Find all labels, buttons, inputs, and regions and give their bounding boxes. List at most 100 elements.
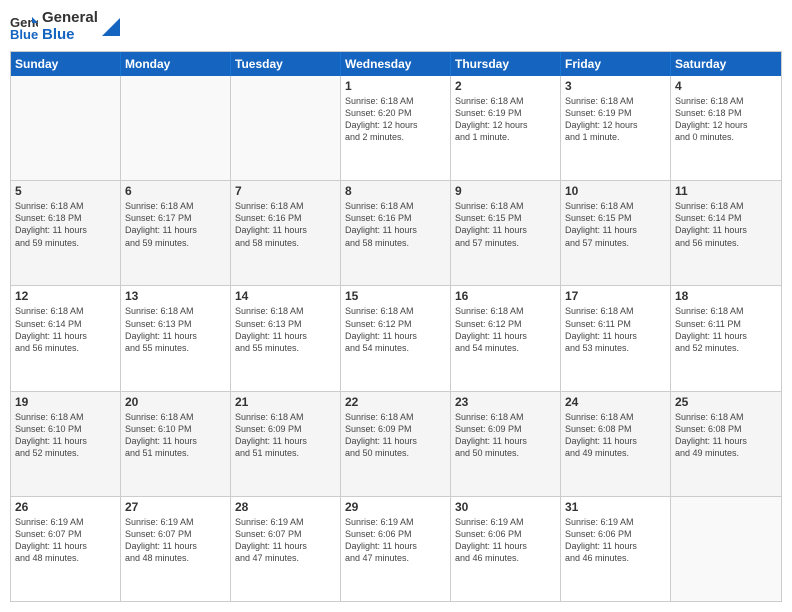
day-number: 20 (125, 395, 226, 409)
calendar-day-19: 19Sunrise: 6:18 AMSunset: 6:10 PMDayligh… (11, 392, 121, 496)
calendar-day-12: 12 Sunrise: 6:18 AMSunset: 6:14 PMDayligh… (11, 286, 121, 390)
header-cell-thursday: Thursday (451, 52, 561, 76)
calendar-day-29: 29Sunrise: 6:19 AMSunset: 6:06 PMDayligh… (341, 497, 451, 601)
day-number: 25 (675, 395, 777, 409)
calendar-day-18: 18Sunrise: 6:18 AMSunset: 6:11 PMDayligh… (671, 286, 781, 390)
day-number: 3 (565, 79, 666, 93)
calendar-day-23: 23 Sunrise: 6:18 AMSunset: 6:09 PMDayligh… (451, 392, 561, 496)
calendar-day-14: 14 Sunrise: 6:18 AMSunset: 6:13 PMDayligh… (231, 286, 341, 390)
day-info: Sunrise: 6:18 AMSunset: 6:19 PMDaylight:… (455, 95, 556, 144)
page: General Blue General Blue SundayMondayTu… (0, 0, 792, 612)
calendar-day-27: 27Sunrise: 6:19 AMSunset: 6:07 PMDayligh… (121, 497, 231, 601)
day-number: 30 (455, 500, 556, 514)
day-info: Sunrise: 6:19 AMSunset: 6:06 PMDaylight:… (455, 516, 556, 565)
logo-blue: Blue (42, 27, 98, 44)
day-number: 9 (455, 184, 556, 198)
calendar-empty-cell (121, 76, 231, 180)
calendar-day-3: 3 Sunrise: 6:18 AMSunset: 6:19 PMDaylight… (561, 76, 671, 180)
header-cell-wednesday: Wednesday (341, 52, 451, 76)
day-number: 14 (235, 289, 336, 303)
day-number: 6 (125, 184, 226, 198)
day-info: Sunrise: 6:18 AMSunset: 6:18 PMDaylight:… (675, 95, 777, 144)
day-info: Sunrise: 6:18 AMSunset: 6:13 PMDaylight:… (125, 305, 226, 354)
day-number: 22 (345, 395, 446, 409)
logo-general: General (42, 10, 98, 27)
calendar-empty-cell (671, 497, 781, 601)
day-info: Sunrise: 6:18 AMSunset: 6:12 PMDaylight:… (455, 305, 556, 354)
day-info: Sunrise: 6:18 AMSunset: 6:09 PMDaylight:… (455, 411, 556, 460)
calendar-empty-cell (11, 76, 121, 180)
calendar-day-15: 15 Sunrise: 6:18 AMSunset: 6:12 PMDayligh… (341, 286, 451, 390)
day-number: 24 (565, 395, 666, 409)
day-number: 27 (125, 500, 226, 514)
day-number: 15 (345, 289, 446, 303)
day-number: 8 (345, 184, 446, 198)
day-number: 23 (455, 395, 556, 409)
header: General Blue General Blue (10, 10, 782, 43)
day-number: 7 (235, 184, 336, 198)
day-info: Sunrise: 6:19 AMSunset: 6:07 PMDaylight:… (15, 516, 116, 565)
day-info: Sunrise: 6:18 AMSunset: 6:16 PMDaylight:… (345, 200, 446, 249)
day-info: Sunrise: 6:18 AMSunset: 6:14 PMDaylight:… (15, 305, 116, 354)
calendar-week-3: 12 Sunrise: 6:18 AMSunset: 6:14 PMDayligh… (11, 286, 781, 391)
calendar-day-5: 5 Sunrise: 6:18 AMSunset: 6:18 PMDaylight… (11, 181, 121, 285)
day-number: 1 (345, 79, 446, 93)
calendar-header-row: SundayMondayTuesdayWednesdayThursdayFrid… (11, 52, 781, 76)
calendar-day-30: 30 Sunrise: 6:19 AMSunset: 6:06 PMDayligh… (451, 497, 561, 601)
day-info: Sunrise: 6:18 AMSunset: 6:10 PMDaylight:… (15, 411, 116, 460)
day-info: Sunrise: 6:18 AMSunset: 6:19 PMDaylight:… (565, 95, 666, 144)
calendar-day-10: 10Sunrise: 6:18 AMSunset: 6:15 PMDayligh… (561, 181, 671, 285)
day-number: 26 (15, 500, 116, 514)
calendar-day-13: 13 Sunrise: 6:18 AMSunset: 6:13 PMDayligh… (121, 286, 231, 390)
calendar-body: 1 Sunrise: 6:18 AMSunset: 6:20 PMDaylight… (11, 76, 781, 601)
day-info: Sunrise: 6:18 AMSunset: 6:13 PMDaylight:… (235, 305, 336, 354)
day-info: Sunrise: 6:18 AMSunset: 6:15 PMDaylight:… (565, 200, 666, 249)
calendar-day-28: 28 Sunrise: 6:19 AMSunset: 6:07 PMDayligh… (231, 497, 341, 601)
day-number: 29 (345, 500, 446, 514)
day-number: 11 (675, 184, 777, 198)
day-number: 5 (15, 184, 116, 198)
day-number: 31 (565, 500, 666, 514)
day-info: Sunrise: 6:18 AMSunset: 6:20 PMDaylight:… (345, 95, 446, 144)
calendar-day-16: 16 Sunrise: 6:18 AMSunset: 6:12 PMDayligh… (451, 286, 561, 390)
calendar-day-25: 25 Sunrise: 6:18 AMSunset: 6:08 PMDayligh… (671, 392, 781, 496)
day-number: 13 (125, 289, 226, 303)
calendar-day-22: 22Sunrise: 6:18 AMSunset: 6:09 PMDayligh… (341, 392, 451, 496)
day-info: Sunrise: 6:18 AMSunset: 6:16 PMDaylight:… (235, 200, 336, 249)
day-info: Sunrise: 6:18 AMSunset: 6:11 PMDaylight:… (675, 305, 777, 354)
calendar-day-20: 20 Sunrise: 6:18 AMSunset: 6:10 PMDayligh… (121, 392, 231, 496)
calendar-week-4: 19Sunrise: 6:18 AMSunset: 6:10 PMDayligh… (11, 392, 781, 497)
day-info: Sunrise: 6:19 AMSunset: 6:07 PMDaylight:… (235, 516, 336, 565)
calendar-day-26: 26 Sunrise: 6:19 AMSunset: 6:07 PMDayligh… (11, 497, 121, 601)
day-info: Sunrise: 6:18 AMSunset: 6:08 PMDaylight:… (565, 411, 666, 460)
calendar: SundayMondayTuesdayWednesdayThursdayFrid… (10, 51, 782, 602)
logo: General Blue General Blue (10, 10, 120, 43)
day-info: Sunrise: 6:18 AMSunset: 6:10 PMDaylight:… (125, 411, 226, 460)
calendar-week-2: 5 Sunrise: 6:18 AMSunset: 6:18 PMDaylight… (11, 181, 781, 286)
day-info: Sunrise: 6:18 AMSunset: 6:14 PMDaylight:… (675, 200, 777, 249)
day-number: 2 (455, 79, 556, 93)
day-info: Sunrise: 6:18 AMSunset: 6:15 PMDaylight:… (455, 200, 556, 249)
day-number: 12 (15, 289, 116, 303)
calendar-day-7: 7 Sunrise: 6:18 AMSunset: 6:16 PMDaylight… (231, 181, 341, 285)
calendar-day-31: 31 Sunrise: 6:19 AMSunset: 6:06 PMDayligh… (561, 497, 671, 601)
day-info: Sunrise: 6:19 AMSunset: 6:06 PMDaylight:… (565, 516, 666, 565)
logo-icon: General Blue (10, 13, 38, 41)
calendar-day-6: 6 Sunrise: 6:18 AMSunset: 6:17 PMDaylight… (121, 181, 231, 285)
calendar-day-2: 2 Sunrise: 6:18 AMSunset: 6:19 PMDaylight… (451, 76, 561, 180)
day-number: 28 (235, 500, 336, 514)
logo-triangle-icon (102, 18, 120, 36)
calendar-day-1: 1 Sunrise: 6:18 AMSunset: 6:20 PMDaylight… (341, 76, 451, 180)
day-number: 16 (455, 289, 556, 303)
day-info: Sunrise: 6:18 AMSunset: 6:17 PMDaylight:… (125, 200, 226, 249)
calendar-week-1: 1 Sunrise: 6:18 AMSunset: 6:20 PMDaylight… (11, 76, 781, 181)
calendar-empty-cell (231, 76, 341, 180)
calendar-week-5: 26 Sunrise: 6:19 AMSunset: 6:07 PMDayligh… (11, 497, 781, 601)
day-info: Sunrise: 6:18 AMSunset: 6:18 PMDaylight:… (15, 200, 116, 249)
day-info: Sunrise: 6:18 AMSunset: 6:08 PMDaylight:… (675, 411, 777, 460)
day-number: 17 (565, 289, 666, 303)
calendar-day-21: 21Sunrise: 6:18 AMSunset: 6:09 PMDayligh… (231, 392, 341, 496)
day-info: Sunrise: 6:18 AMSunset: 6:12 PMDaylight:… (345, 305, 446, 354)
calendar-day-24: 24 Sunrise: 6:18 AMSunset: 6:08 PMDayligh… (561, 392, 671, 496)
svg-text:Blue: Blue (10, 27, 38, 41)
